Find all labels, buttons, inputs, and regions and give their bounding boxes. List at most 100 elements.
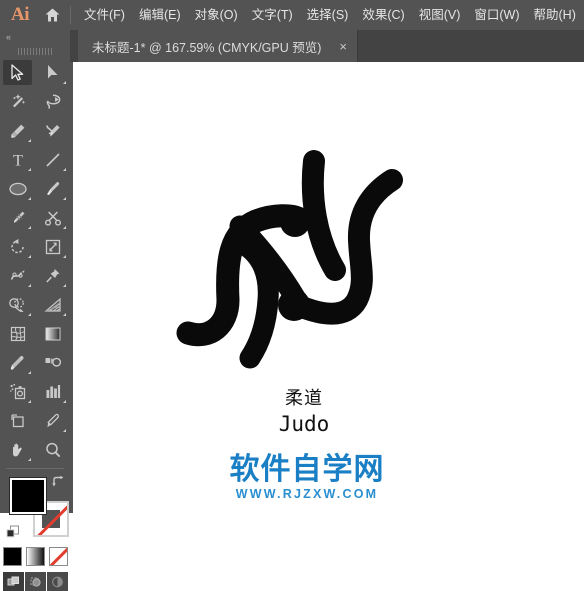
paintbrush-tool[interactable]: [35, 174, 70, 203]
mesh-icon: [10, 326, 25, 341]
eyedropper-icon: [10, 355, 24, 370]
tool-flyout-marker: [63, 168, 66, 171]
document-tab-title: 未标题-1* @ 167.59% (CMYK/GPU 预览): [92, 40, 322, 55]
hand-tool[interactable]: [0, 435, 35, 464]
panel-drag-handle[interactable]: [0, 44, 70, 58]
fill-swatch[interactable]: [10, 478, 46, 514]
magic-wand-tool[interactable]: [0, 87, 35, 116]
judo-brush-strokes: [176, 150, 403, 369]
bar-chart-icon: [46, 385, 60, 398]
tool-flyout-marker: [28, 313, 31, 316]
swap-fill-stroke-button[interactable]: [51, 475, 65, 489]
close-icon[interactable]: ×: [339, 40, 347, 53]
draw-behind-icon: [29, 576, 41, 587]
document-tab-bar: 未标题-1* @ 167.59% (CMYK/GPU 预览) ×: [70, 30, 584, 62]
menu-effect[interactable]: 效果(C): [355, 0, 411, 30]
judo-calligraphy-artwork[interactable]: [170, 142, 410, 382]
pen-nib-icon: [10, 124, 24, 138]
tool-flyout-marker: [63, 400, 66, 403]
brush-dot-lower: [278, 289, 310, 321]
artwork-label-english-text: Judo: [278, 412, 330, 436]
draw-normal-button[interactable]: [2, 572, 24, 591]
tool-flyout-marker: [63, 284, 66, 287]
shape-builder-icon: [9, 297, 24, 312]
perspective-grid-icon: [43, 297, 61, 312]
shape-builder-tool[interactable]: [0, 290, 35, 319]
menu-edit[interactable]: 编辑(E): [132, 0, 188, 30]
menu-bar: Ai 文件(F) 编辑(E) 对象(O) 文字(T) 选择(S) 效果(C) 视…: [0, 0, 584, 30]
scissors-tool[interactable]: [35, 203, 70, 232]
draw-inside-icon: [51, 576, 63, 587]
document-tab[interactable]: 未标题-1* @ 167.59% (CMYK/GPU 预览) ×: [78, 30, 359, 62]
gradient-tool[interactable]: [35, 319, 70, 348]
artboard-tool[interactable]: [0, 406, 35, 435]
line-segment-tool[interactable]: [35, 145, 70, 174]
type-tool[interactable]: T: [0, 145, 35, 174]
watermark-url: WWW.RJZXW.COM: [235, 486, 379, 501]
menu-help[interactable]: 帮助(H): [527, 0, 583, 30]
blend-tool[interactable]: [35, 348, 70, 377]
tool-flyout-marker: [28, 255, 31, 258]
tool-flyout-marker: [63, 197, 66, 200]
paint-mode-row: [0, 547, 70, 566]
curvature-tool[interactable]: [35, 116, 70, 145]
tool-flyout-marker: [28, 284, 31, 287]
symbol-sprayer-tool[interactable]: [0, 377, 35, 406]
menu-select[interactable]: 选择(S): [300, 0, 356, 30]
pen-tool[interactable]: [0, 116, 35, 145]
width-warp-icon: [10, 269, 25, 280]
tool-flyout-marker: [63, 429, 66, 432]
tool-grid: T: [0, 58, 70, 464]
tool-flyout-marker: [63, 313, 66, 316]
menu-object[interactable]: 对象(O): [188, 0, 245, 30]
home-button[interactable]: [36, 0, 68, 30]
default-fill-stroke-button[interactable]: [6, 525, 20, 539]
direct-selection-tool[interactable]: [35, 58, 70, 87]
pushpin-icon: [45, 268, 59, 283]
document-canvas[interactable]: 柔道 Judo 软件自学网 WWW.RJZXW.COM: [70, 62, 584, 513]
width-tool[interactable]: [0, 261, 35, 290]
gradient-mode-button[interactable]: [25, 547, 45, 566]
tool-flyout-marker: [28, 226, 31, 229]
shaper-pencil-tool[interactable]: [0, 203, 35, 232]
home-icon: [45, 8, 59, 22]
column-graph-tool[interactable]: [35, 377, 70, 406]
tool-flyout-marker: [28, 458, 31, 461]
color-mode-button[interactable]: [2, 547, 22, 566]
zoom-tool[interactable]: [35, 435, 70, 464]
selection-tool[interactable]: [0, 58, 35, 87]
menu-type[interactable]: 文字(T): [245, 0, 300, 30]
none-mode-button[interactable]: [48, 547, 68, 566]
menu-view[interactable]: 视图(V): [412, 0, 468, 30]
perspective-grid-tool[interactable]: [35, 290, 70, 319]
artwork-label-english: Judo: [70, 412, 584, 436]
menu-file[interactable]: 文件(F): [77, 0, 132, 30]
rotate-tool[interactable]: [0, 232, 35, 261]
lasso-tool[interactable]: [35, 87, 70, 116]
symbol-sprayer-icon: [9, 383, 25, 399]
menu-divider: [70, 6, 71, 24]
ellipse-tool[interactable]: [0, 174, 35, 203]
slice-tool[interactable]: [35, 406, 70, 435]
tool-flyout-marker: [28, 197, 31, 200]
tool-flyout-marker: [28, 400, 31, 403]
menu-window[interactable]: 窗口(W): [467, 0, 526, 30]
collapse-panel-button[interactable]: «: [0, 30, 70, 44]
tools-panel: « T: [0, 30, 70, 591]
canvas-left-gutter: [70, 62, 73, 513]
draw-normal-icon: [7, 576, 19, 585]
eyedropper-tool[interactable]: [0, 348, 35, 377]
pencil-icon: [13, 211, 24, 223]
slice-knife-icon: [46, 413, 59, 427]
draw-inside-button[interactable]: [46, 572, 68, 591]
illustrator-logo: Ai: [11, 4, 30, 25]
free-transform-tool[interactable]: [35, 261, 70, 290]
mesh-tool[interactable]: [0, 319, 35, 348]
blend-icon: [45, 357, 62, 367]
scale-tool[interactable]: [35, 232, 70, 261]
draw-behind-button[interactable]: [24, 572, 46, 591]
fill-stroke-controls: [0, 473, 70, 545]
magnifier-icon: [45, 442, 60, 457]
watermark-brand: 软件自学网: [229, 452, 385, 487]
white-arrow-cursor-icon: [48, 65, 58, 79]
